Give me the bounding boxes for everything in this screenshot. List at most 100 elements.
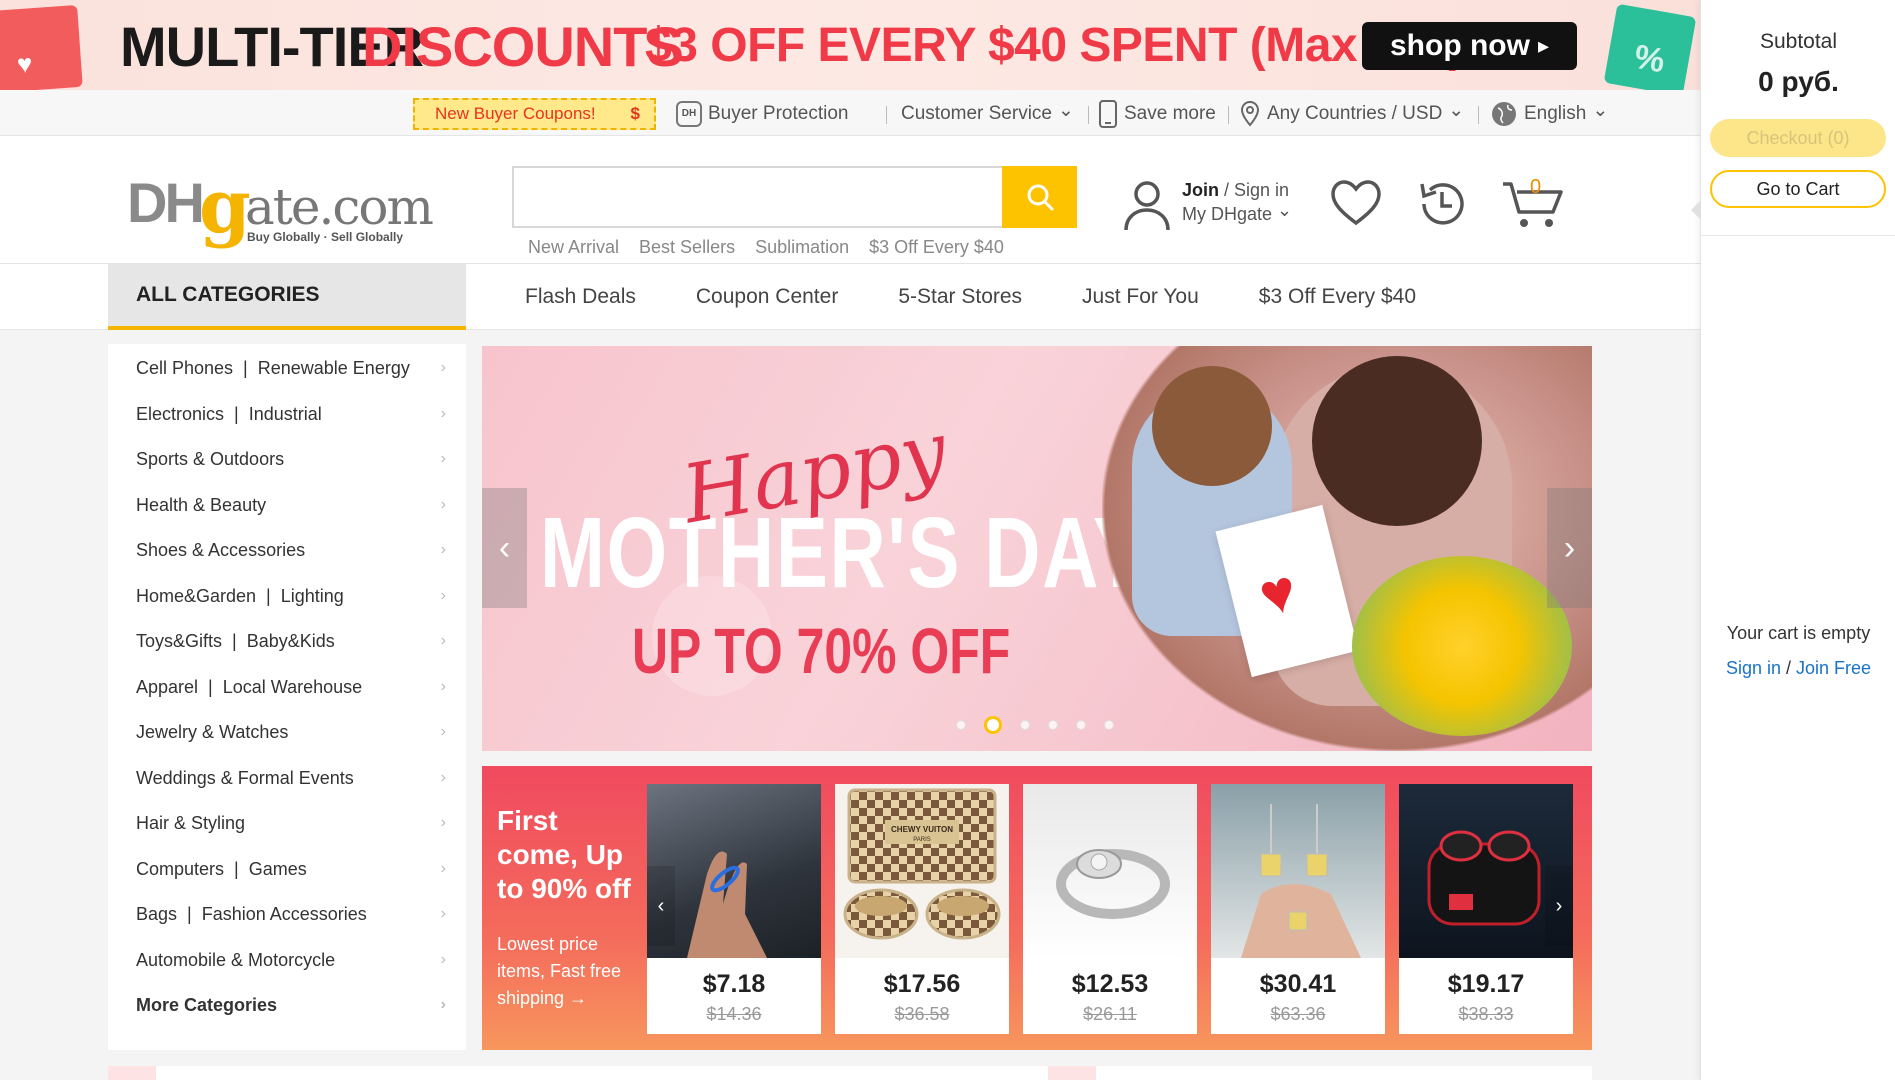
new-buyer-coupons-link[interactable]: New Buyer Coupons! $	[413, 98, 656, 130]
hotword-link[interactable]: New Arrival	[528, 237, 619, 258]
utility-bar: New Buyer Coupons! $ DH Buyer Protection…	[0, 90, 1700, 136]
site-header: DH g ate.com Buy Globally · Sell Globall…	[0, 136, 1700, 264]
customer-service-menu[interactable]: Customer Service ⌄	[901, 98, 1074, 130]
deals-headline: First come, Up to 90% off	[497, 805, 631, 904]
sign-in-link[interactable]: Sign in	[1726, 658, 1781, 678]
history-clock-icon[interactable]	[1414, 176, 1470, 232]
hero-carousel[interactable]: MOTHER'S DAY Happy UP TO 70% OFF ‹ ›	[482, 346, 1592, 751]
nav-link-coupon-center[interactable]: Coupon Center	[696, 285, 838, 309]
my-dhgate-menu[interactable]: My DHgate ⌄	[1182, 200, 1292, 225]
chevron-down-icon: ⌄	[1592, 99, 1609, 121]
shop-now-button[interactable]: shop now ▸	[1362, 22, 1577, 70]
product-price: $30.41	[1259, 970, 1337, 998]
carousel-prev-button[interactable]: ‹	[482, 488, 527, 608]
product-card[interactable]: $12.53 $26.11	[1023, 784, 1197, 1034]
category-item[interactable]: Shoes & Accessories ›	[136, 528, 446, 572]
nav-links: Flash Deals Coupon Center 5-Star Stores …	[525, 264, 1416, 330]
category-item[interactable]: Toys&Gifts | Baby&Kids ›	[136, 619, 446, 663]
category-label: Computers | Games	[136, 858, 307, 879]
subtotal-value: 0 руб.	[1758, 66, 1839, 97]
buyer-protection-link[interactable]: DH Buyer Protection	[676, 98, 848, 130]
svg-text:CHEWY VUITON: CHEWY VUITON	[891, 825, 953, 834]
country-currency-menu[interactable]: Any Countries / USD ⌄	[1239, 98, 1464, 130]
account-menu[interactable]: Join / Sign in My DHgate ⌄	[1122, 176, 1312, 236]
buyer-protection-label: Buyer Protection	[708, 103, 849, 124]
nav-link-5-star-stores[interactable]: 5-Star Stores	[898, 285, 1022, 309]
decorative-strip	[1048, 1066, 1096, 1080]
search-button[interactable]	[1002, 166, 1077, 228]
promo-banner[interactable]: MULTI-TIER DISCOUNTS $3 OFF EVERY $40 SP…	[0, 0, 1700, 90]
carousel-dot[interactable]	[956, 720, 966, 730]
category-item[interactable]: Sports & Outdoors ›	[136, 437, 446, 481]
carousel-dot[interactable]	[1076, 720, 1086, 730]
wishlist-heart-icon[interactable]	[1328, 176, 1384, 232]
user-icon	[1124, 181, 1170, 231]
all-categories-tab[interactable]: ALL CATEGORIES	[108, 264, 466, 330]
category-item[interactable]: Bags | Fashion Accessories ›	[136, 892, 446, 936]
category-label: Health & Beauty	[136, 494, 267, 515]
deals-next-button[interactable]: ›	[1545, 866, 1573, 946]
hero-photo	[1102, 346, 1592, 751]
signin-link[interactable]: Sign in	[1234, 180, 1289, 200]
category-item[interactable]: Cell Phones | Renewable Energy ›	[136, 346, 446, 390]
chevron-right-icon: ›	[440, 496, 446, 513]
category-item[interactable]: Health & Beauty ›	[136, 483, 446, 527]
carousel-dot[interactable]	[1104, 720, 1114, 730]
category-item[interactable]: Apparel | Local Warehouse ›	[136, 665, 446, 709]
join-link[interactable]: Join	[1182, 180, 1219, 200]
category-item[interactable]: Home&Garden | Lighting ›	[136, 574, 446, 618]
carousel-dot[interactable]	[984, 716, 1002, 734]
more-categories-link[interactable]: More Categories ›	[136, 983, 446, 1027]
nav-link-3-off[interactable]: $3 Off Every $40	[1259, 285, 1416, 309]
go-to-cart-button[interactable]: Go to Cart	[1710, 170, 1886, 208]
product-original-price: $14.36	[706, 1004, 762, 1024]
divider	[1701, 235, 1895, 236]
search-icon	[1027, 184, 1053, 211]
play-arrow-icon: ▸	[1537, 33, 1550, 58]
chevron-right-icon: ›	[440, 996, 446, 1013]
category-label: Toys&Gifts | Baby&Kids	[136, 630, 335, 651]
category-item[interactable]: Hair & Styling ›	[136, 801, 446, 845]
product-original-price: $38.33	[1458, 1004, 1514, 1024]
chevron-right-icon: ›	[440, 723, 446, 740]
hotword-link[interactable]: Best Sellers	[639, 237, 735, 258]
product-card[interactable]: CHEWY VUITON PARIS $17.56 $36.58	[835, 784, 1009, 1034]
hero-subtitle: UP TO 70% OFF	[632, 615, 1011, 687]
product-original-price: $26.11	[1083, 1004, 1137, 1024]
carousel-dot[interactable]	[1020, 720, 1030, 730]
nav-link-just-for-you[interactable]: Just For You	[1082, 285, 1199, 309]
logo-ate: ate.com	[245, 178, 434, 236]
category-item[interactable]: Computers | Games ›	[136, 847, 446, 891]
earrings-graphic	[1241, 804, 1361, 958]
deals-prev-button[interactable]: ‹	[647, 866, 675, 946]
language-menu[interactable]: English ⌄	[1490, 98, 1608, 130]
product-original-price: $63.36	[1270, 1004, 1326, 1024]
carousel-next-button[interactable]: ›	[1547, 488, 1592, 608]
dhgate-logo[interactable]: DH g ate.com Buy Globally · Sell Globall…	[127, 164, 434, 250]
category-item[interactable]: Weddings & Formal Events ›	[136, 756, 446, 800]
join-signin-text[interactable]: Join / Sign in	[1182, 180, 1289, 201]
hotword-link[interactable]: $3 Off Every $40	[869, 237, 1004, 258]
carousel-dot[interactable]	[1048, 720, 1058, 730]
nav-link-flash-deals[interactable]: Flash Deals	[525, 285, 636, 309]
checkout-button[interactable]: Checkout (0)	[1710, 119, 1886, 157]
category-label: Home&Garden | Lighting	[136, 585, 344, 606]
product-image-pet-bowls: CHEWY VUITON PARIS	[835, 784, 1009, 958]
deals-subline[interactable]: Lowest price items, Fast free shipping →	[497, 931, 637, 1012]
promo-title-part2: DISCOUNTS	[362, 15, 684, 78]
product-card[interactable]: $30.41 $63.36	[1211, 784, 1385, 1034]
category-item[interactable]: Automobile & Motorcycle ›	[136, 938, 446, 982]
join-free-link[interactable]: Join Free	[1796, 658, 1871, 678]
category-label: Cell Phones | Renewable Energy	[136, 357, 410, 378]
cart-count-badge: 0	[1530, 176, 1542, 198]
category-item[interactable]: Electronics | Industrial ›	[136, 392, 446, 436]
category-label: Weddings & Formal Events	[136, 767, 354, 788]
save-more-link[interactable]: Save more	[1098, 98, 1216, 130]
search-input[interactable]	[512, 166, 1077, 228]
product-price: $12.53	[1071, 970, 1149, 998]
logo-dh: DH	[127, 171, 205, 234]
hotword-link[interactable]: Sublimation	[755, 237, 849, 258]
chevron-right-icon: ›	[440, 359, 446, 376]
category-item[interactable]: Jewelry & Watches ›	[136, 710, 446, 754]
chevron-right-icon: ›	[440, 541, 446, 558]
